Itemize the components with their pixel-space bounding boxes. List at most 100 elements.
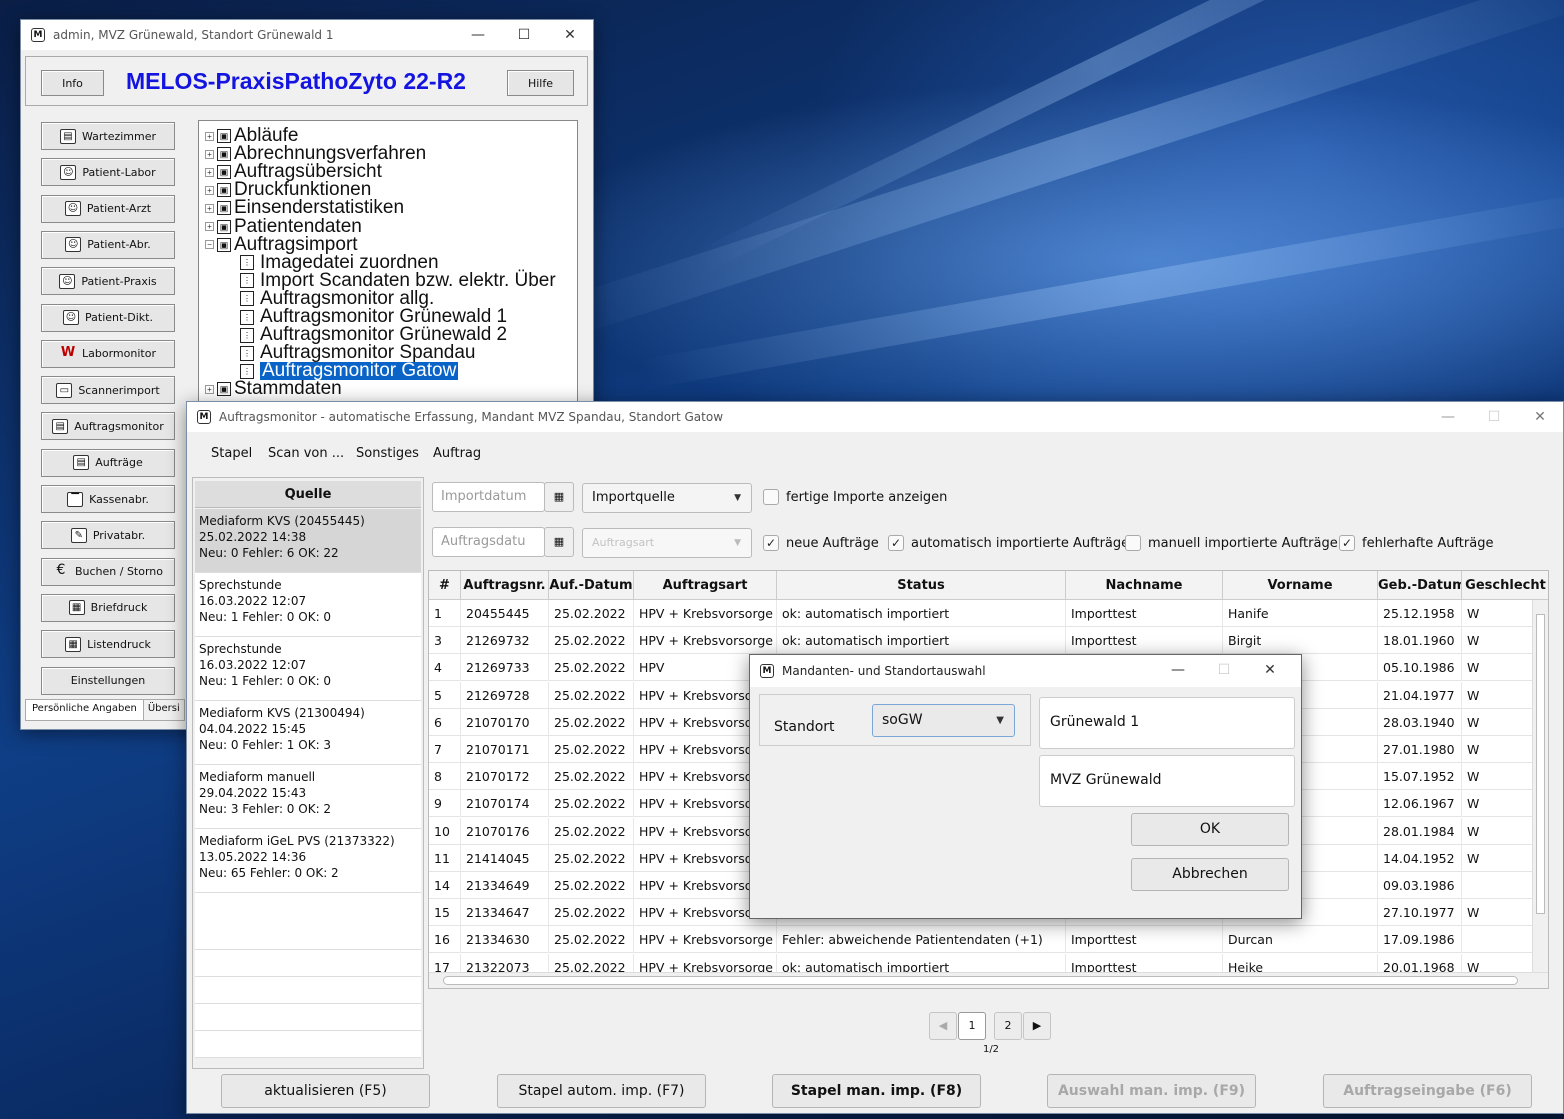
pager-next-button[interactable]: ▶ — [1023, 1012, 1051, 1040]
maximize-icon[interactable]: ☐ — [1471, 402, 1517, 432]
tree-item[interactable]: + ▣ Einsenderstatistiken — [205, 198, 404, 217]
table-row[interactable]: 3 21269732 25.02.2022 HPV + Krebsvorsorge ok… — [429, 627, 1532, 655]
auftragseingabe-button[interactable]: Auftragseingabe (F6) — [1323, 1074, 1532, 1108]
auswahl-manual-import-button[interactable]: Auswahl man. imp. (F9) — [1047, 1074, 1256, 1108]
nav-button-patient-labor[interactable]: ☺ Patient-Labor — [41, 158, 175, 187]
expand-icon[interactable]: + — [205, 203, 214, 213]
cancel-button[interactable]: Abbrechen — [1131, 858, 1289, 891]
tree-item[interactable]: ⋮ Imagedatei zuordnen — [240, 253, 439, 272]
importquelle-combo[interactable]: Importquelle ▼ — [582, 483, 752, 513]
nav-button-patient-arzt[interactable]: ☺ Patient-Arzt — [41, 194, 175, 223]
ok-button[interactable]: OK — [1131, 813, 1289, 846]
table-cell: 9 — [429, 790, 461, 818]
monitor-entry-icon: ⋮ — [240, 363, 254, 379]
nav-button-kassenabr-[interactable]: ▔ Kassenabr. — [41, 485, 175, 513]
column-header[interactable]: Nachname — [1066, 571, 1223, 600]
source-item[interactable]: Sprechstunde 16.03.2022 12:07 Neu: 1 Fehle… — [195, 573, 421, 637]
menu-auftrag[interactable]: Auftrag — [433, 440, 481, 468]
vertical-scrollbar[interactable] — [1532, 600, 1548, 972]
nav-button-scannerimport[interactable]: ▭ Scannerimport — [41, 376, 175, 405]
tab-persoenliche-angaben[interactable]: Persönliche Angaben — [25, 699, 144, 721]
nav-button-einstellungen[interactable]: Einstellungen — [41, 666, 175, 695]
manuell-importiert-checkbox[interactable]: manuell importierte Aufträge — [1125, 535, 1338, 551]
nav-button-patient-dikt-[interactable]: ☺ Patient-Dikt. — [41, 303, 175, 332]
fertige-importe-checkbox[interactable]: fertige Importe anzeigen — [763, 489, 947, 505]
expand-icon[interactable]: + — [205, 222, 214, 231]
expand-icon[interactable]: + — [205, 384, 214, 394]
expand-icon[interactable]: + — [205, 167, 214, 177]
nav-button-patient-praxis[interactable]: ☺ Patient-Praxis — [41, 267, 175, 296]
maximize-icon[interactable]: ☐ — [1201, 655, 1247, 685]
tree-item[interactable]: + ▣ Stammdaten — [205, 379, 342, 398]
nav-button-wartezimmer[interactable]: ▤ Wartezimmer — [41, 122, 175, 150]
collapse-icon[interactable]: − — [205, 240, 214, 250]
calendar-icon[interactable]: ▦ — [544, 527, 574, 557]
location-name-field[interactable]: Grünewald 1 — [1039, 697, 1295, 749]
column-header[interactable]: # — [429, 571, 461, 600]
table-row[interactable]: 1 20455445 25.02.2022 HPV + Krebsvorsorge ok… — [429, 600, 1532, 627]
close-icon[interactable]: ✕ — [547, 20, 593, 50]
column-header[interactable]: Auftragsart — [634, 571, 777, 600]
pager-page-2[interactable]: 2 — [994, 1012, 1022, 1040]
minimize-icon[interactable]: — — [455, 20, 501, 50]
menu-sonstiges[interactable]: Sonstiges — [356, 440, 419, 468]
close-icon[interactable]: ✕ — [1517, 402, 1563, 432]
table-cell: 28.03.1940 — [1378, 708, 1462, 736]
column-header[interactable]: Auftragsnr. — [461, 571, 549, 600]
source-item[interactable]: Mediaform KVS (20455445) 25.02.2022 14:38… — [195, 509, 421, 573]
menu-stapel[interactable]: Stapel — [211, 440, 252, 468]
function-tree[interactable]: + ▣ Abläufe + ▣ Abrechnungsverfahren + ▣ Auftrag… — [198, 120, 578, 405]
pager-page-1[interactable]: 1 — [958, 1012, 986, 1040]
column-header[interactable]: Auf.-Datum — [549, 571, 634, 600]
nav-button-briefdruck[interactable]: ▦ Briefdruck — [41, 593, 175, 622]
column-header[interactable]: Geb.-Datum — [1378, 571, 1462, 600]
neue-auftraege-checkbox[interactable]: ✓ neue Aufträge — [763, 535, 879, 551]
column-header[interactable]: Geschlecht — [1462, 571, 1548, 600]
source-item[interactable]: Mediaform KVS (21300494) 04.04.2022 15:45… — [195, 701, 421, 765]
nav-button-auftragsmonitor[interactable]: ▤ Auftragsmonitor — [41, 412, 175, 441]
source-item[interactable]: Sprechstunde 16.03.2022 12:07 Neu: 1 Fehle… — [195, 637, 421, 701]
nav-button-buchen-storno[interactable]: € Buchen / Storno — [41, 557, 175, 586]
fehlerhafte-checkbox[interactable]: ✓ fehlerhafte Aufträge — [1339, 535, 1493, 551]
mandant-name-field[interactable]: MVZ Grünewald — [1039, 755, 1295, 807]
refresh-button[interactable]: aktualisieren (F5) — [221, 1074, 430, 1108]
pager-prev-button[interactable]: ◀ — [929, 1012, 957, 1040]
standort-combo[interactable]: soGW ▼ — [872, 704, 1015, 737]
auftragsdatum-field[interactable]: Auftragsdatu — [432, 527, 545, 557]
scroll-thumb[interactable] — [443, 976, 1518, 985]
nav-button-aufträge[interactable]: ▤ Aufträge — [41, 448, 175, 477]
table-row[interactable]: 16 21334630 25.02.2022 HPV + Krebsvorsorge F… — [429, 926, 1532, 954]
tab-uebersicht[interactable]: Übersi — [143, 699, 185, 721]
maximize-icon[interactable]: ☐ — [501, 20, 547, 50]
nav-button-labormonitor[interactable]: W Labormonitor — [41, 339, 175, 368]
column-header[interactable]: Vorname — [1223, 571, 1378, 600]
source-item[interactable]: Mediaform iGeL PVS (21373322) 13.05.2022 … — [195, 829, 421, 893]
tree-item[interactable]: − ▣ Auftragsimport — [205, 235, 358, 254]
minimize-icon[interactable]: — — [1155, 655, 1201, 685]
column-header[interactable]: Status — [777, 571, 1066, 600]
expand-icon[interactable]: + — [205, 149, 214, 159]
menu-scan-von[interactable]: Scan von ... — [268, 440, 344, 468]
tree-item[interactable]: + ▣ Patientendaten — [205, 217, 362, 236]
auto-importiert-checkbox[interactable]: ✓ automatisch importierte Aufträge — [888, 535, 1129, 551]
calendar-icon[interactable]: ▦ — [544, 482, 574, 512]
scroll-thumb[interactable] — [1536, 614, 1545, 914]
printer-icon: ▦ — [68, 600, 85, 616]
importdatum-field[interactable]: Importdatum — [432, 482, 545, 512]
source-empty-row — [195, 1004, 421, 1031]
auftragsart-combo[interactable]: Auftragsart ▼ — [582, 528, 752, 558]
minimize-icon[interactable]: — — [1425, 402, 1471, 432]
stapel-manual-import-button[interactable]: Stapel man. imp. (F8) — [772, 1074, 981, 1108]
close-icon[interactable]: ✕ — [1247, 655, 1293, 685]
stapel-auto-import-button[interactable]: Stapel autom. imp. (F7) — [497, 1074, 706, 1108]
source-item[interactable]: Mediaform manuell 29.04.2022 15:43 Neu: 3 … — [195, 765, 421, 829]
help-button[interactable]: Hilfe — [507, 70, 574, 96]
table-cell: 14 — [429, 872, 461, 899]
info-button[interactable]: Info — [41, 70, 104, 96]
nav-button-privatabr-[interactable]: ✎ Privatabr. — [41, 521, 175, 550]
horizontal-scrollbar[interactable] — [429, 972, 1548, 988]
expand-icon[interactable]: + — [205, 185, 214, 195]
nav-button-patient-abr-[interactable]: ☺ Patient-Abr. — [41, 230, 175, 259]
nav-button-listendruck[interactable]: ▦ Listendruck — [41, 630, 175, 659]
expand-icon[interactable]: + — [205, 131, 214, 141]
